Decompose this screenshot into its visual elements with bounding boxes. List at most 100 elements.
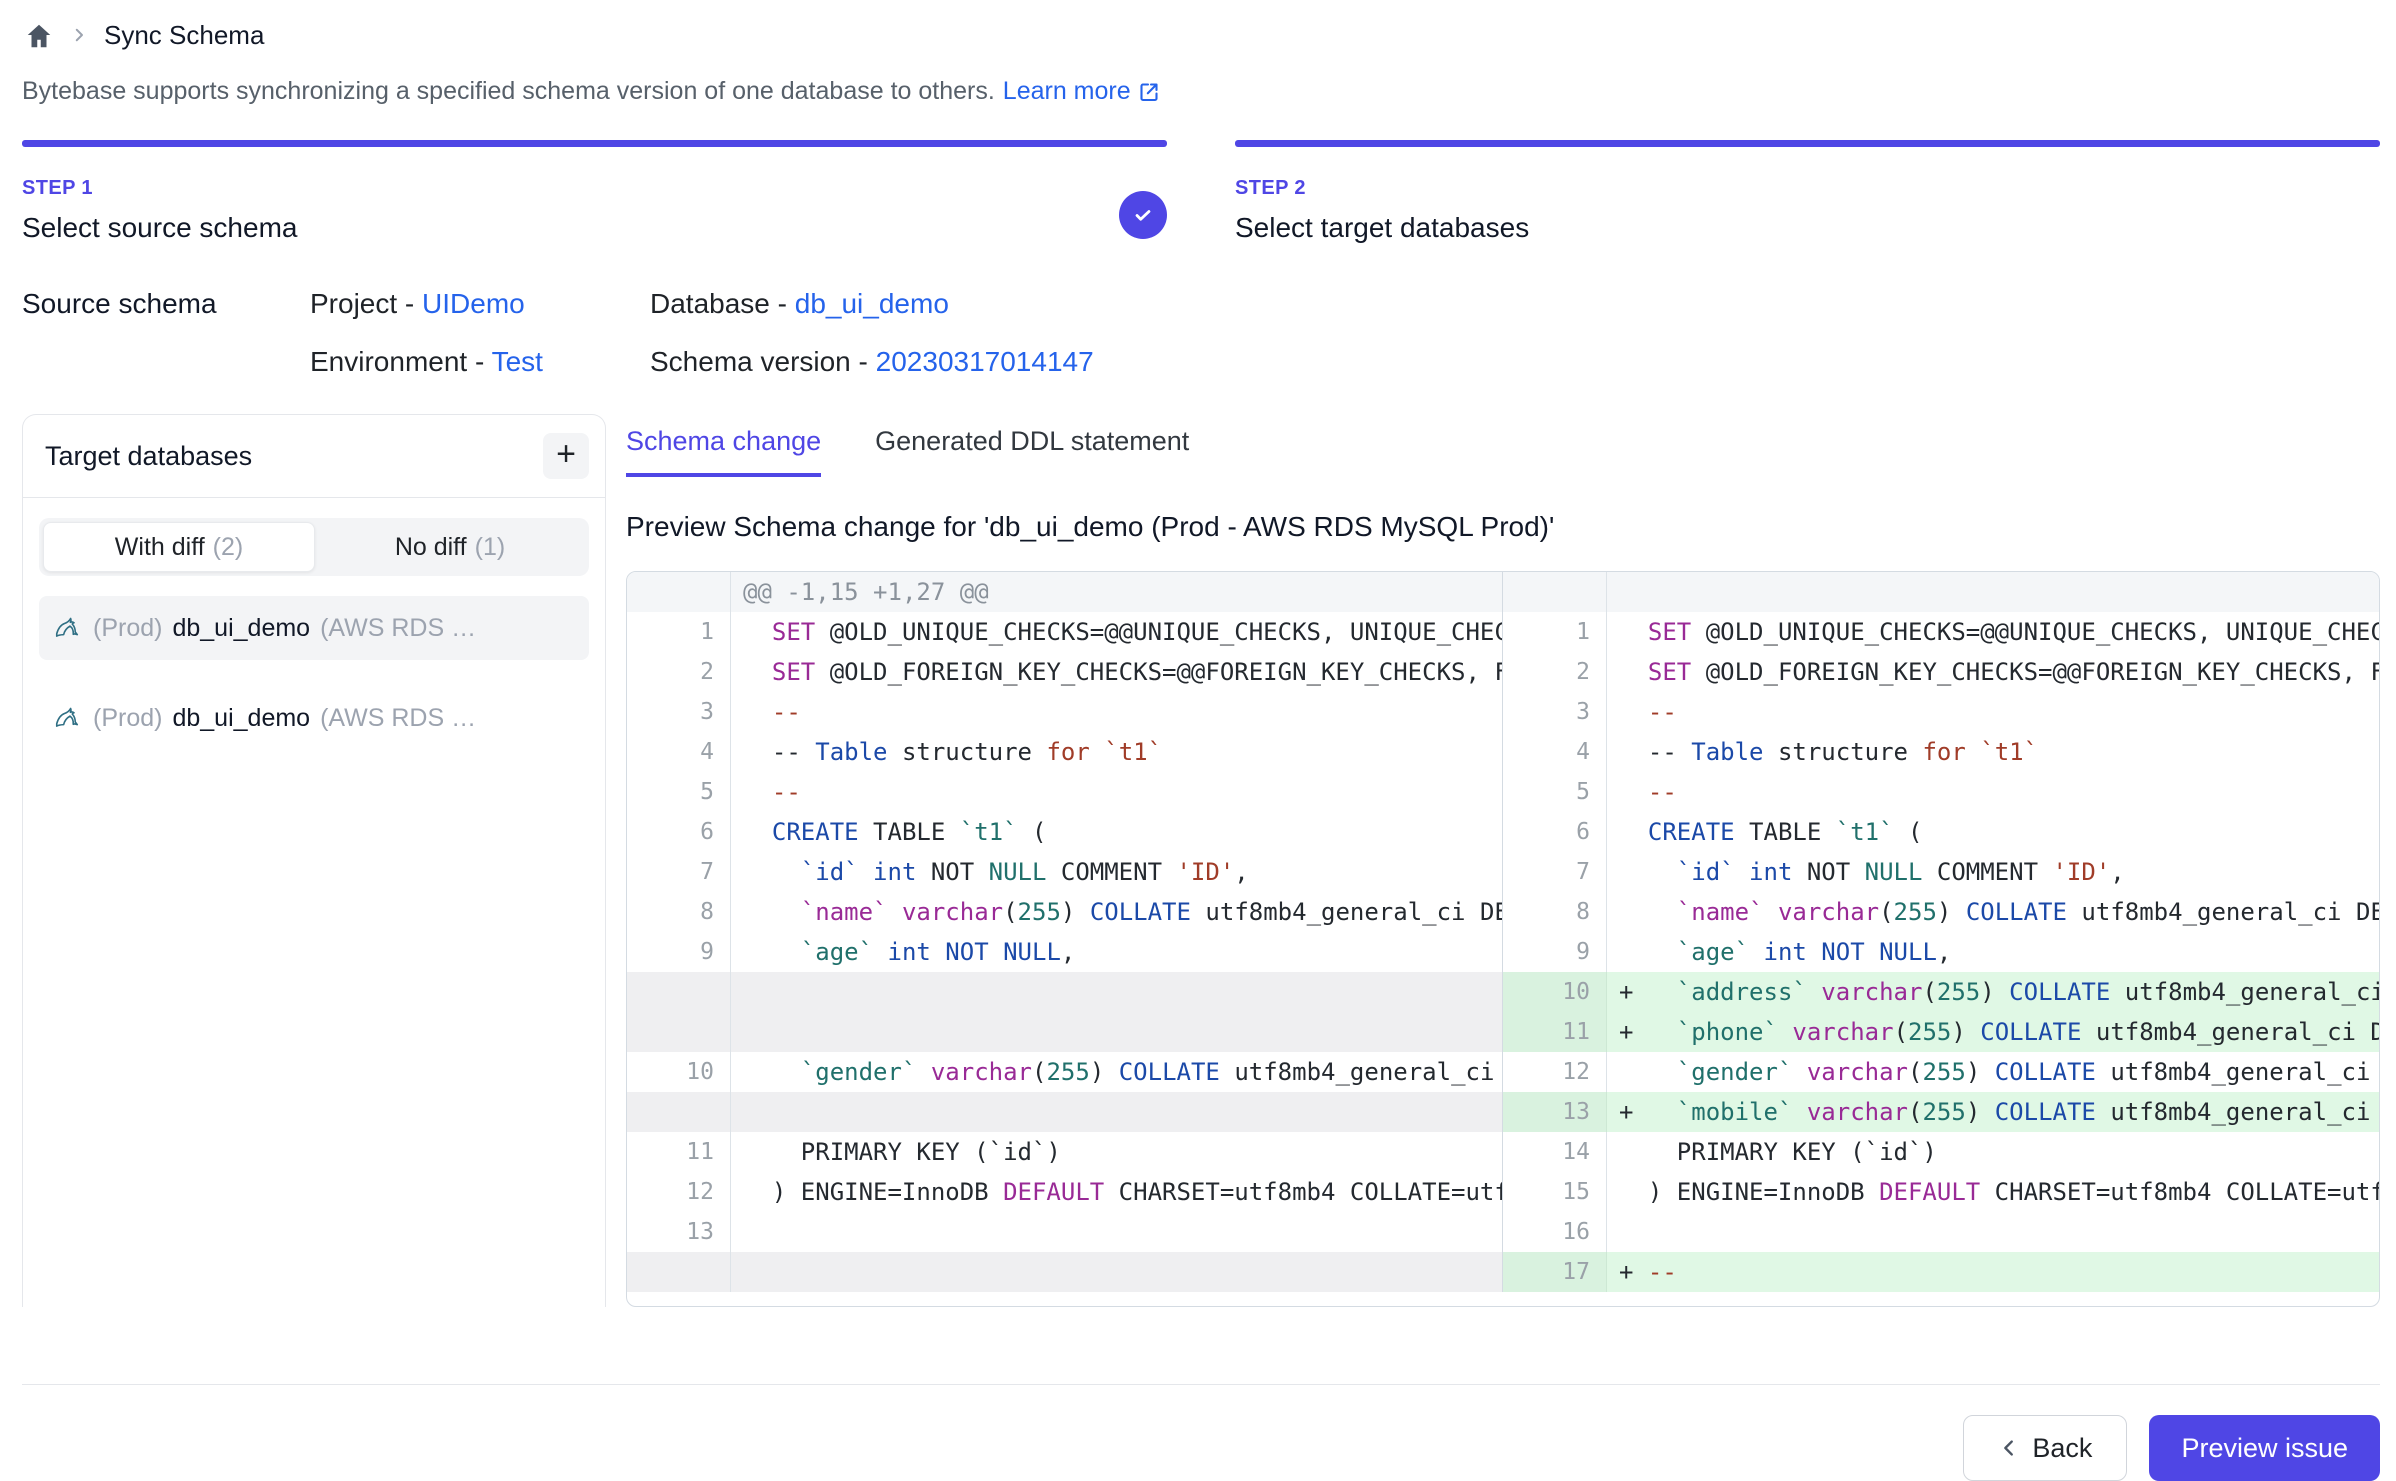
diff-row: 12 `gender` varchar(255) COLLATE utf8mb4… bbox=[1503, 1052, 2379, 1092]
code-line: ) ENGINE=InnoDB DEFAULT CHARSET=utf8mb4 … bbox=[1607, 1172, 2379, 1212]
breadcrumb: Sync Schema bbox=[22, 20, 2380, 51]
code-line: `gender` varchar(255) COLLATE utf8mb4_ge… bbox=[1607, 1052, 2379, 1092]
line-number: 17 bbox=[1503, 1252, 1607, 1292]
diff-pane-target: 1SET @OLD_UNIQUE_CHECKS=@@UNIQUE_CHECKS,… bbox=[1503, 572, 2379, 1292]
page-description: Bytebase supports synchronizing a specif… bbox=[22, 77, 2380, 106]
back-button-label: Back bbox=[2032, 1433, 2092, 1464]
diff-row: 3-- bbox=[627, 692, 1502, 732]
line-number: 4 bbox=[1503, 732, 1607, 772]
code-line: ) ENGINE=InnoDB DEFAULT CHARSET=utf8mb4 … bbox=[731, 1172, 1502, 1212]
source-database-field: Database - db_ui_demo bbox=[650, 288, 2380, 320]
code-line: -- bbox=[731, 692, 1502, 732]
database-instance: (AWS RDS MySQL Prod) bbox=[320, 614, 496, 643]
schema-version-label: Schema version bbox=[650, 346, 851, 377]
line-number: 10 bbox=[1503, 972, 1607, 1012]
learn-more-label: Learn more bbox=[1003, 77, 1131, 106]
diff-row: 12) ENGINE=InnoDB DEFAULT CHARSET=utf8mb… bbox=[627, 1172, 1502, 1212]
step-2-label: STEP 2 bbox=[1235, 177, 1529, 200]
diff-row: 10+ `address` varchar(255) COLLATE utf8m… bbox=[1503, 972, 2379, 1012]
preview-issue-button[interactable]: Preview issue bbox=[2149, 1415, 2380, 1481]
schema-version-link[interactable]: 20230317014147 bbox=[876, 346, 1094, 377]
diff-row: 5-- bbox=[627, 772, 1502, 812]
target-databases-panel: Target databases + With diff(2)No diff(1… bbox=[22, 414, 606, 1307]
step-1-complete-icon bbox=[1119, 191, 1167, 239]
line-number: 9 bbox=[627, 932, 731, 972]
line-number: 6 bbox=[627, 812, 731, 852]
code-line: SET @OLD_UNIQUE_CHECKS=@@UNIQUE_CHECKS, … bbox=[1607, 612, 2379, 652]
code-line: -- Table structure for `t1` bbox=[731, 732, 1502, 772]
line-number bbox=[627, 1252, 731, 1292]
step-progress: STEP 1 Select source schema STEP 2 Selec… bbox=[22, 140, 2380, 244]
code-line: PRIMARY KEY (`id`) bbox=[731, 1132, 1502, 1172]
diff-row: 8 `name` varchar(255) COLLATE utf8mb4_ge… bbox=[1503, 892, 2379, 932]
diff-row: @@ -1,15 +1,27 @@ bbox=[627, 572, 1502, 612]
diff-row: 9 `age` int NOT NULL, bbox=[627, 932, 1502, 972]
code-line bbox=[1607, 1212, 2379, 1252]
diff-row: 3-- bbox=[1503, 692, 2379, 732]
source-schema-label: Source schema bbox=[22, 288, 310, 320]
diff-row: 6CREATE TABLE `t1` ( bbox=[1503, 812, 2379, 852]
code-line: SET @OLD_FOREIGN_KEY_CHECKS=@@FOREIGN_KE… bbox=[731, 652, 1502, 692]
diff-row: 13+ `mobile` varchar(255) COLLATE utf8mb… bbox=[1503, 1092, 2379, 1132]
target-database-item[interactable]: (Prod)db_ui_demo(AWS RDS MySQL Prod) bbox=[39, 686, 589, 750]
diff-row: 11 PRIMARY KEY (`id`) bbox=[627, 1132, 1502, 1172]
diff-row: 4-- Table structure for `t1` bbox=[627, 732, 1502, 772]
line-number bbox=[627, 1012, 731, 1052]
diff-row bbox=[1503, 572, 2379, 612]
source-version-field: Schema version - 20230317014147 bbox=[650, 346, 2380, 378]
target-databases-title: Target databases bbox=[45, 441, 252, 472]
project-link[interactable]: UIDemo bbox=[422, 288, 525, 319]
environment-link[interactable]: Test bbox=[492, 346, 543, 377]
line-number: 7 bbox=[1503, 852, 1607, 892]
database-environment: (Prod) bbox=[93, 614, 162, 643]
step-1-bar bbox=[22, 140, 1167, 147]
diff-row bbox=[627, 1252, 1502, 1292]
line-number: 5 bbox=[1503, 772, 1607, 812]
database-label: Database bbox=[650, 288, 770, 319]
code-line: -- bbox=[1607, 772, 2379, 812]
line-number: 13 bbox=[1503, 1092, 1607, 1132]
line-number: 1 bbox=[627, 612, 731, 652]
step-2: STEP 2 Select target databases bbox=[1235, 140, 2380, 244]
code-line: `name` varchar(255) COLLATE utf8mb4_gene… bbox=[1607, 892, 2379, 932]
diff-row: 6CREATE TABLE `t1` ( bbox=[627, 812, 1502, 852]
diff-pane-source: @@ -1,15 +1,27 @@1SET @OLD_UNIQUE_CHECKS… bbox=[627, 572, 1503, 1292]
tab-generated-ddl[interactable]: Generated DDL statement bbox=[875, 426, 1189, 477]
diff-row: 15) ENGINE=InnoDB DEFAULT CHARSET=utf8mb… bbox=[1503, 1172, 2379, 1212]
database-name: db_ui_demo bbox=[172, 614, 310, 643]
code-line bbox=[731, 1252, 1502, 1292]
diff-row bbox=[627, 1012, 1502, 1052]
line-number: 10 bbox=[627, 1052, 731, 1092]
diff-row bbox=[627, 1092, 1502, 1132]
line-number: 1 bbox=[1503, 612, 1607, 652]
database-link[interactable]: db_ui_demo bbox=[795, 288, 949, 319]
code-line: -- Table structure for `t1` bbox=[1607, 732, 2379, 772]
target-database-item[interactable]: (Prod) db_ui_demo (AWS RDS MySQL Prod) bbox=[39, 596, 589, 660]
diff-row: 17+-- bbox=[1503, 1252, 2379, 1292]
code-line: + `phone` varchar(255) COLLATE utf8mb4_g… bbox=[1607, 1012, 2379, 1052]
source-project-field: Project - UIDemo bbox=[310, 288, 650, 320]
line-number: 9 bbox=[1503, 932, 1607, 972]
code-line: `id` int NOT NULL COMMENT 'ID', bbox=[731, 852, 1502, 892]
tab-schema-change[interactable]: Schema change bbox=[626, 426, 821, 477]
back-button[interactable]: Back bbox=[1963, 1415, 2127, 1481]
code-line: PRIMARY KEY (`id`) bbox=[1607, 1132, 2379, 1172]
line-number: 12 bbox=[627, 1172, 731, 1212]
line-number: 14 bbox=[1503, 1132, 1607, 1172]
diff-filter-tabs: With diff(2)No diff(1) bbox=[39, 518, 589, 576]
line-number: 3 bbox=[1503, 692, 1607, 732]
filter-tab-with-diff[interactable]: With diff(2) bbox=[43, 522, 315, 572]
code-line: -- bbox=[1607, 692, 2379, 732]
external-link-icon bbox=[1137, 80, 1161, 104]
add-target-database-button[interactable]: + bbox=[543, 433, 589, 479]
main-split: Target databases + With diff(2)No diff(1… bbox=[22, 414, 2380, 1307]
learn-more-link[interactable]: Learn more bbox=[1003, 77, 1161, 106]
target-database-list: (Prod)db_ui_demo(AWS RDS MySQL Prod)(Pro… bbox=[39, 596, 589, 750]
chevron-right-icon bbox=[70, 26, 88, 44]
filter-tab-no-diff[interactable]: No diff(1) bbox=[315, 522, 585, 572]
diff-row: 2SET @OLD_FOREIGN_KEY_CHECKS=@@FOREIGN_K… bbox=[1503, 652, 2379, 692]
home-icon[interactable] bbox=[24, 21, 54, 51]
code-line: `id` int NOT NULL COMMENT 'ID', bbox=[1607, 852, 2379, 892]
code-line bbox=[731, 1212, 1502, 1252]
line-number: 8 bbox=[1503, 892, 1607, 932]
